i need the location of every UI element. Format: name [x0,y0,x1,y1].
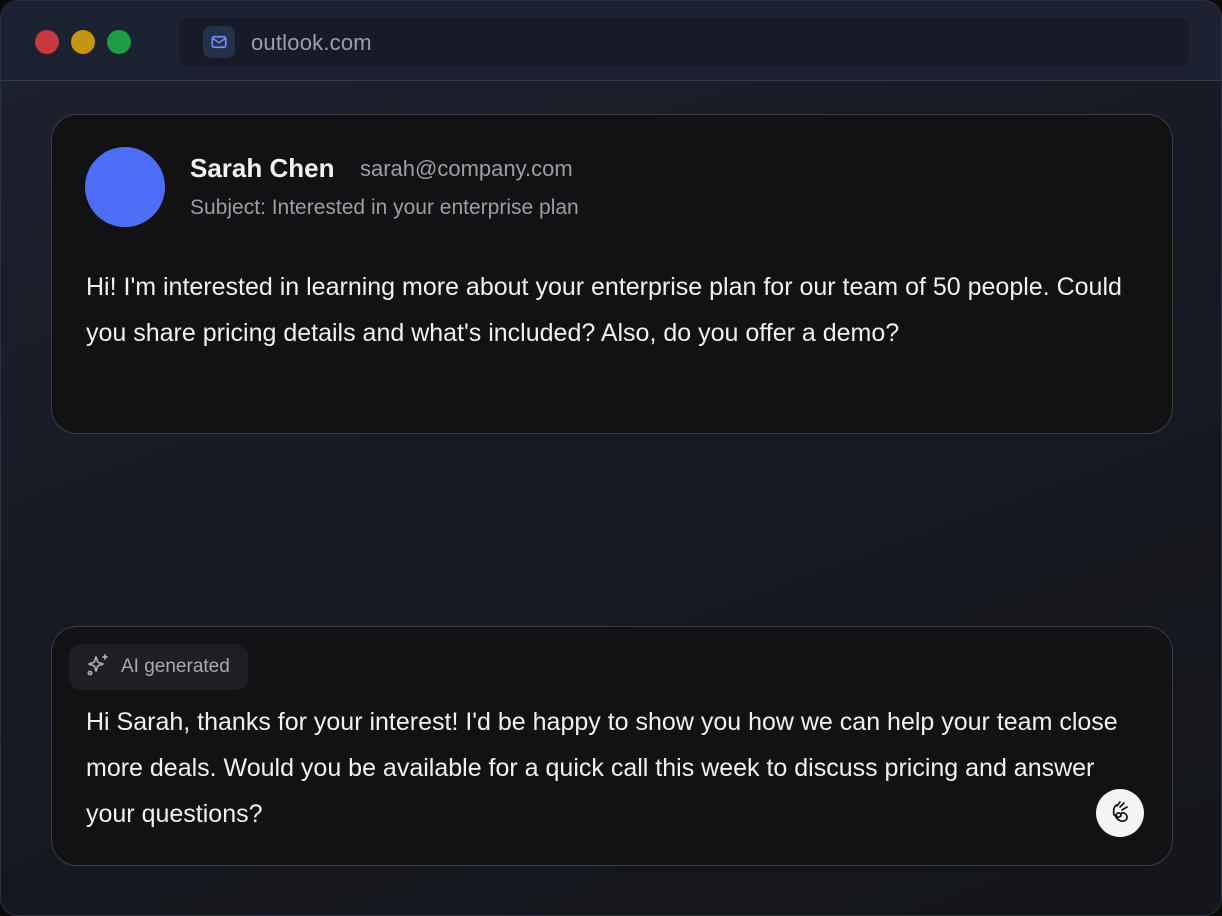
maximize-window-button[interactable] [107,30,131,54]
hand-gesture-icon[interactable] [1096,789,1144,837]
title-bar: outlook.com [1,1,1221,81]
avatar [85,147,165,227]
address-bar[interactable]: outlook.com [179,18,1189,66]
email-subject: Subject: Interested in your enterprise p… [190,196,579,219]
minimize-window-button[interactable] [71,30,95,54]
sender-name: Sarah Chen [190,153,335,183]
close-window-button[interactable] [35,30,59,54]
mail-icon [203,26,235,58]
ai-badge-label: AI generated [121,656,230,677]
reply-body[interactable]: Hi Sarah, thanks for your interest! I'd … [86,699,1136,837]
sender-email: sarah@company.com [360,156,573,181]
incoming-email-card: Sarah Chen sarah@company.com Subject: In… [51,114,1173,434]
ai-reply-card: AI generated Hi Sarah, thanks for your i… [51,626,1173,866]
ai-generated-badge: AI generated [69,644,248,690]
browser-window: outlook.com Sarah Chen sarah@company.com… [0,0,1222,916]
url-text: outlook.com [251,30,372,55]
sparkles-icon [85,652,111,683]
email-body: Hi! I'm interested in learning more abou… [86,273,1122,347]
